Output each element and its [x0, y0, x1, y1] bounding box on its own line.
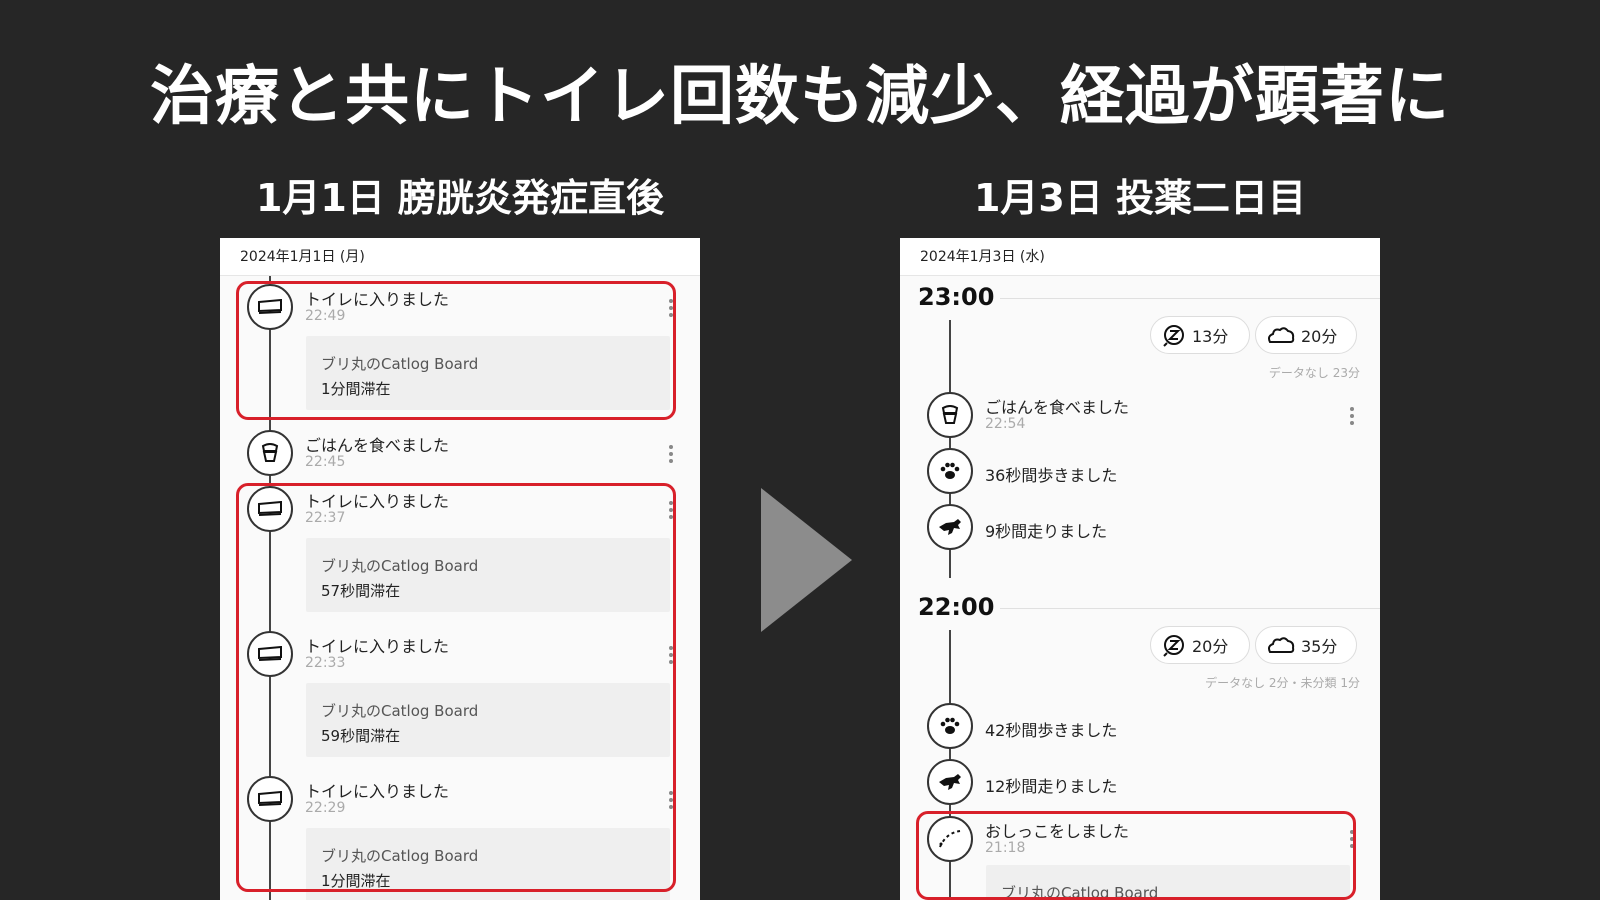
event-time: 22:45: [305, 454, 346, 470]
event-title: 12秒間走りました: [985, 777, 1118, 796]
right-panel-heading: 1月3日 投薬二日目: [973, 176, 1307, 220]
left-timeline-screen[interactable]: 2024年1月1日 (月) トイレに入りました 22:49 ブリ丸のCatlog…: [220, 238, 700, 900]
hour-divider: [1000, 608, 1380, 609]
hour-label: 23:00: [918, 283, 995, 311]
sleep-pill[interactable]: 13分: [1150, 316, 1250, 354]
sleep-icon: [1163, 325, 1184, 347]
sleep-icon: [1163, 635, 1184, 657]
date-header: 2024年1月3日 (水): [900, 238, 1380, 276]
rest-duration: 20分: [1301, 327, 1338, 346]
event-title: ごはんを食べました: [985, 398, 1130, 417]
event-time: 22:54: [985, 416, 1026, 432]
date-header: 2024年1月1日 (月): [220, 238, 700, 276]
rest-cloud-icon: [1268, 637, 1295, 653]
hour-label: 22:00: [918, 593, 995, 621]
sleep-duration: 20分: [1192, 637, 1229, 656]
meal-bowl-icon: [927, 392, 973, 438]
left-panel-heading: 1月1日 膀胱炎発症直後: [255, 176, 665, 220]
page-title: 治療と共にトイレ回数も減少、経過が顕著に: [150, 60, 1450, 134]
rest-pill[interactable]: 20分: [1255, 316, 1357, 354]
highlight-toilet-visit: [236, 281, 676, 420]
hour-divider: [1000, 298, 1380, 299]
event-title: ごはんを食べました: [305, 436, 450, 455]
play-arrow-icon: [761, 488, 852, 632]
event-title: 36秒間歩きました: [985, 466, 1118, 485]
highlight-pee-event: [916, 811, 1356, 900]
kebab-menu-icon[interactable]: [1350, 407, 1354, 428]
rest-pill[interactable]: 35分: [1255, 626, 1357, 664]
sleep-pill[interactable]: 20分: [1150, 626, 1250, 664]
paw-icon: [927, 448, 973, 494]
paw-icon: [927, 703, 973, 749]
kebab-menu-icon[interactable]: [669, 445, 673, 466]
running-cat-icon: [927, 504, 973, 550]
rest-cloud-icon: [1268, 327, 1295, 343]
right-timeline-screen[interactable]: 2024年1月3日 (水) 23:00 13分 20分 データなし 23分 ごは…: [900, 238, 1380, 900]
event-title: 42秒間歩きました: [985, 721, 1118, 740]
no-data-note: データなし 23分: [1268, 366, 1360, 380]
no-data-note: データなし 2分・未分類 1分: [1205, 676, 1360, 690]
running-cat-icon: [927, 759, 973, 805]
highlight-toilet-visits: [236, 483, 676, 892]
sleep-duration: 13分: [1192, 327, 1229, 346]
rest-duration: 35分: [1301, 637, 1338, 656]
event-title: 9秒間走りました: [985, 522, 1108, 541]
meal-bowl-icon: [247, 430, 293, 476]
